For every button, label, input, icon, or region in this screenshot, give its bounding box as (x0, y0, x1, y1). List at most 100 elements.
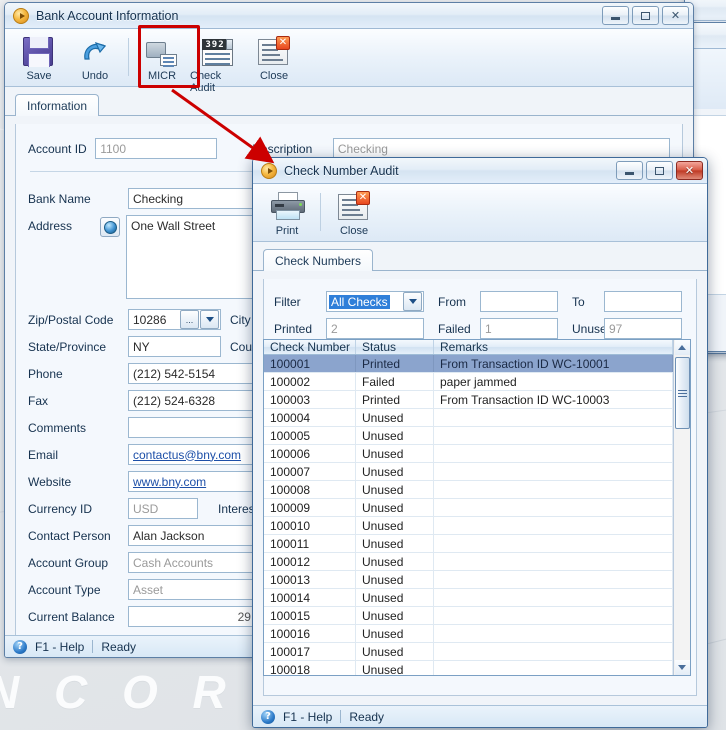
check-numbers-grid[interactable]: Check Number Status Remarks 100001 Printe… (263, 339, 691, 676)
filter-selected-value[interactable]: All Checks (329, 294, 390, 309)
grid-header-check-number[interactable]: Check Number (264, 340, 356, 354)
tab-information[interactable]: Information (15, 94, 100, 116)
filter-label: Filter (274, 294, 301, 309)
zip-dropdown-button[interactable] (200, 310, 219, 329)
phone-label: Phone (28, 366, 63, 381)
table-row[interactable]: 100009 Unused (264, 499, 673, 517)
table-row[interactable]: 100004 Unused (264, 409, 673, 427)
scroll-up-icon[interactable] (674, 340, 690, 355)
cell-status: Unused (356, 607, 434, 624)
table-row[interactable]: 100011 Unused (264, 535, 673, 553)
table-row[interactable]: 100010 Unused (264, 517, 673, 535)
close-button[interactable]: ✕ (662, 6, 689, 25)
row-account-id: Account ID 1100 Description Checking (28, 138, 670, 159)
failed-input[interactable]: 1 (480, 318, 558, 339)
close-button[interactable]: ✕ (676, 161, 703, 180)
dialog-title: Check Number Audit (284, 163, 399, 178)
zip-input[interactable]: 10286 (129, 313, 180, 327)
cell-status: Unused (356, 517, 434, 534)
filter-combobox[interactable]: All Checks (326, 291, 424, 312)
dialog-help-text[interactable]: F1 - Help (283, 710, 332, 724)
zip-picker[interactable]: 10286 ... (128, 309, 221, 330)
cell-remarks (434, 499, 673, 516)
grid-header-status[interactable]: Status (356, 340, 434, 354)
scrollbar-track[interactable] (673, 355, 690, 660)
scroll-down-icon[interactable] (674, 660, 690, 675)
main-help-text[interactable]: F1 - Help (35, 640, 84, 654)
cell-check-number: 100002 (264, 373, 356, 390)
tab-check-numbers-label: Check Numbers (275, 253, 362, 268)
cell-status: Unused (356, 625, 434, 642)
dialog-print-button[interactable]: Print (259, 189, 315, 241)
toolbar-check-audit-button[interactable]: 392 Check Audit (190, 34, 246, 94)
statusbar-separator (340, 710, 342, 723)
minimize-button[interactable] (616, 161, 643, 180)
table-row[interactable]: 100017 Unused (264, 643, 673, 661)
table-row[interactable]: 100002 Failed paper jammed (264, 373, 673, 391)
minimize-button[interactable] (602, 6, 629, 25)
printer-icon (271, 192, 305, 222)
fax-label: Fax (28, 393, 49, 408)
cell-remarks (434, 643, 673, 660)
table-row[interactable]: 100006 Unused (264, 445, 673, 463)
toolbar-undo-label: Undo (81, 70, 109, 82)
dialog-toolbar: Print ✕ Close (253, 184, 707, 242)
table-row[interactable]: 100003 Printed From Transaction ID WC-1000… (264, 391, 673, 409)
toolbar-close-label: Close (259, 70, 289, 82)
toolbar-micr-label: MICR (147, 70, 177, 82)
scrollbar-thumb[interactable] (674, 357, 690, 429)
filter-dropdown-button[interactable] (403, 292, 422, 311)
unused-label: Unused (572, 321, 614, 336)
cell-remarks (434, 661, 673, 675)
toolbar-undo-button[interactable]: Undo (67, 34, 123, 86)
description-input[interactable]: Checking (332, 138, 670, 159)
table-row[interactable]: 100008 Unused (264, 481, 673, 499)
main-tabstrip: Information (5, 93, 693, 116)
from-input[interactable] (480, 291, 558, 312)
state-input[interactable]: NY (128, 336, 221, 357)
cell-check-number: 100007 (264, 463, 356, 480)
main-titlebar[interactable]: Bank Account Information ✕ (5, 3, 693, 29)
table-row[interactable]: 100016 Unused (264, 625, 673, 643)
cell-check-number: 100016 (264, 625, 356, 642)
check-number-audit-dialog[interactable]: Check Number Audit ✕ Print ✕ Close Check… (252, 157, 708, 728)
close-window-icon: ✕ (338, 191, 370, 222)
help-question-icon: ? (261, 709, 275, 724)
zip-ellipsis-button[interactable]: ... (180, 310, 199, 329)
website-link[interactable]: www.bny.com (133, 475, 206, 489)
dialog-tabstrip: Check Numbers (253, 248, 707, 271)
table-row[interactable]: 100014 Unused (264, 589, 673, 607)
to-input[interactable] (604, 291, 682, 312)
table-row[interactable]: 100012 Unused (264, 553, 673, 571)
from-label: From (438, 294, 466, 309)
toolbar-close-button[interactable]: ✕ Close (246, 34, 302, 86)
cell-status: Unused (356, 409, 434, 426)
maximize-button[interactable] (632, 6, 659, 25)
dialog-close-button[interactable]: ✕ Close (326, 189, 382, 241)
printed-input[interactable]: 2 (326, 318, 424, 339)
account-id-input[interactable]: 1100 (95, 138, 218, 159)
currency-id-input[interactable]: USD (128, 498, 198, 519)
unused-input[interactable]: 97 (604, 318, 682, 339)
state-label: State/Province (28, 339, 107, 354)
maximize-button[interactable] (646, 161, 673, 180)
tab-check-numbers[interactable]: Check Numbers (263, 249, 374, 271)
table-row[interactable]: 100001 Printed From Transaction ID WC-1000… (264, 355, 673, 373)
toolbar-save-button[interactable]: Save (11, 34, 67, 86)
cell-check-number: 100014 (264, 589, 356, 606)
email-link[interactable]: contactus@bny.com (133, 448, 241, 462)
cell-check-number: 100011 (264, 535, 356, 552)
table-row[interactable]: 100007 Unused (264, 463, 673, 481)
toolbar-separator (320, 193, 321, 231)
grid-vertical-scrollbar[interactable] (673, 340, 690, 675)
table-row[interactable]: 100018 Unused (264, 661, 673, 675)
table-row[interactable]: 100013 Unused (264, 571, 673, 589)
row-filter: Filter All Checks From To (274, 291, 686, 312)
globe-icon[interactable] (100, 217, 120, 237)
dialog-titlebar[interactable]: Check Number Audit ✕ (253, 158, 707, 184)
grid-header-remarks[interactable]: Remarks (434, 340, 673, 354)
cell-remarks (434, 409, 673, 426)
toolbar-micr-button[interactable]: MICR (134, 34, 190, 86)
table-row[interactable]: 100005 Unused (264, 427, 673, 445)
table-row[interactable]: 100015 Unused (264, 607, 673, 625)
